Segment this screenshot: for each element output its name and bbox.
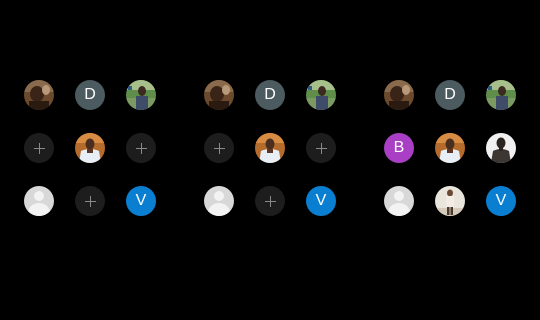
avatar-photo[interactable] bbox=[486, 133, 516, 163]
avatar-photo[interactable] bbox=[255, 133, 285, 163]
avatar-photo[interactable] bbox=[24, 80, 54, 110]
plus-icon bbox=[33, 142, 45, 154]
avatar-photo[interactable] bbox=[306, 80, 336, 110]
add-member-button[interactable] bbox=[75, 186, 105, 216]
avatar-initials[interactable]: V bbox=[306, 186, 336, 216]
avatar-initials[interactable]: D bbox=[435, 80, 465, 110]
add-member-button[interactable] bbox=[204, 133, 234, 163]
avatar-initials-text: D bbox=[444, 86, 456, 103]
man-white-shirt-photo bbox=[75, 133, 105, 163]
avatar-initials[interactable]: V bbox=[486, 186, 516, 216]
empty-avatar[interactable] bbox=[204, 186, 234, 216]
man-smiling-photo bbox=[24, 80, 54, 110]
add-member-button[interactable] bbox=[306, 133, 336, 163]
avatar-initials-text: V bbox=[135, 192, 147, 209]
man-outdoor-photo bbox=[486, 80, 516, 110]
avatar-initials-text: V bbox=[495, 192, 507, 209]
avatar-group-3: D B V bbox=[384, 80, 516, 216]
person-silhouette-icon bbox=[34, 191, 44, 201]
avatar-group-2: D V bbox=[204, 80, 336, 216]
plus-icon bbox=[264, 195, 276, 207]
man-white-shirt-photo bbox=[255, 133, 285, 163]
add-member-button[interactable] bbox=[24, 133, 54, 163]
avatar-photo[interactable] bbox=[384, 80, 414, 110]
avatar-photo[interactable] bbox=[435, 133, 465, 163]
plus-icon bbox=[315, 142, 327, 154]
avatar-photo[interactable] bbox=[204, 80, 234, 110]
person-silhouette-icon bbox=[214, 191, 224, 201]
add-member-button[interactable] bbox=[126, 133, 156, 163]
add-member-button[interactable] bbox=[255, 186, 285, 216]
avatar-photo[interactable] bbox=[75, 133, 105, 163]
avatar-initials-text: D bbox=[84, 86, 96, 103]
man-outdoor-photo bbox=[306, 80, 336, 110]
avatar-photo[interactable] bbox=[126, 80, 156, 110]
avatar-initials-text: B bbox=[393, 139, 405, 156]
avatar-photo[interactable] bbox=[435, 186, 465, 216]
empty-avatar[interactable] bbox=[24, 186, 54, 216]
avatar-initials-text: D bbox=[264, 86, 276, 103]
empty-avatar[interactable] bbox=[384, 186, 414, 216]
avatar-initials[interactable]: D bbox=[75, 80, 105, 110]
avatar-grid-showcase: D V D V D B V bbox=[0, 0, 540, 320]
avatar-group-1: D V bbox=[24, 80, 156, 216]
man-smiling-photo bbox=[384, 80, 414, 110]
man-outdoor-photo bbox=[126, 80, 156, 110]
avatar-initials[interactable]: V bbox=[126, 186, 156, 216]
plus-icon bbox=[135, 142, 147, 154]
plus-icon bbox=[213, 142, 225, 154]
avatar-initials[interactable]: B bbox=[384, 133, 414, 163]
plus-icon bbox=[84, 195, 96, 207]
avatar-initials-text: V bbox=[315, 192, 327, 209]
man-dark-photo bbox=[486, 133, 516, 163]
person-standing-photo bbox=[435, 186, 465, 216]
avatar-photo[interactable] bbox=[486, 80, 516, 110]
person-silhouette-icon bbox=[394, 191, 404, 201]
avatar-initials[interactable]: D bbox=[255, 80, 285, 110]
man-white-shirt-photo bbox=[435, 133, 465, 163]
man-smiling-photo bbox=[204, 80, 234, 110]
